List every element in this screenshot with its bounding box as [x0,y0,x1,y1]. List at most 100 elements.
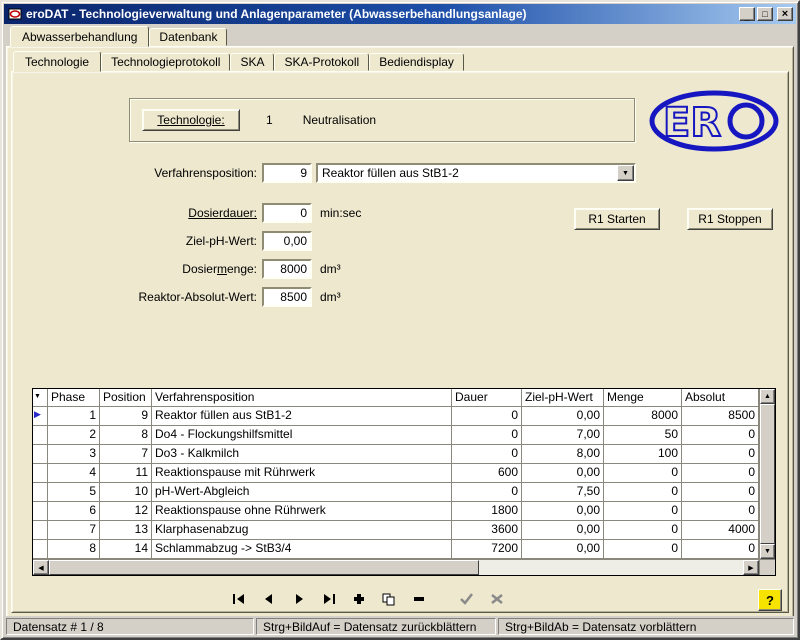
cell-verfahrensposition[interactable]: Schlammabzug -> StB3/4 [152,540,452,559]
column-header-menge[interactable]: Menge [604,389,682,407]
row-selector[interactable] [33,540,48,559]
cancel-edit-button[interactable] [484,590,510,608]
cell-absolut[interactable]: 8500 [682,407,759,426]
prior-record-button[interactable] [256,590,282,608]
cell-phase[interactable]: 7 [48,521,100,540]
tab-datenbank[interactable]: Datenbank [149,28,227,46]
combo-dropdown-button[interactable]: ▼ [617,165,634,181]
table-row[interactable]: 3 7 Do3 - Kalkmilch 0 8,00 100 0 [33,445,759,464]
verfahrensposition-input[interactable]: 9 [262,163,312,183]
cell-absolut[interactable]: 0 [682,445,759,464]
cell-ziel-ph[interactable]: 0,00 [522,521,604,540]
copy-record-button[interactable] [376,590,402,608]
titlebar[interactable]: eroDAT - Technologieverwaltung und Anlag… [4,4,796,24]
column-header-verfahrensposition[interactable]: Verfahrensposition [152,389,452,407]
row-selector[interactable] [33,483,48,502]
tab-ska-protokoll[interactable]: SKA-Protokoll [274,53,369,71]
cell-dauer[interactable]: 600 [452,464,522,483]
cell-verfahrensposition[interactable]: Klarphasenabzug [152,521,452,540]
cell-position[interactable]: 11 [100,464,152,483]
cell-dauer[interactable]: 0 [452,407,522,426]
cell-ziel-ph[interactable]: 0,00 [522,464,604,483]
table-row[interactable]: 2 8 Do4 - Flockungshilfsmittel 0 7,00 50… [33,426,759,445]
cell-absolut[interactable]: 0 [682,540,759,559]
grid-vertical-scrollbar[interactable]: ▲ ▼ [759,389,775,559]
column-header-ziel-ph[interactable]: Ziel-pH-Wert [522,389,604,407]
help-button[interactable]: ? [758,589,782,611]
table-row[interactable]: 6 12 Reaktionspause ohne Rührwerk 1800 0… [33,502,759,521]
table-row[interactable]: 4 11 Reaktionspause mit Rührwerk 600 0,0… [33,464,759,483]
r1-stoppen-button[interactable]: R1 Stoppen [687,208,773,230]
table-row[interactable]: 8 14 Schlammabzug -> StB3/4 7200 0,00 0 … [33,540,759,559]
cell-position[interactable]: 12 [100,502,152,521]
dosiermenge-input[interactable]: 8000 [262,259,312,279]
row-selector[interactable] [33,464,48,483]
cell-position[interactable]: 14 [100,540,152,559]
cell-menge[interactable]: 0 [604,540,682,559]
delete-record-button[interactable] [406,590,432,608]
table-row[interactable]: 5 10 pH-Wert-Abgleich 0 7,50 0 0 [33,483,759,502]
cell-verfahrensposition[interactable]: Reaktionspause mit Rührwerk [152,464,452,483]
cell-verfahrensposition[interactable]: Reaktionspause ohne Rührwerk [152,502,452,521]
cell-menge[interactable]: 8000 [604,407,682,426]
tab-technologieprotokoll[interactable]: Technologieprotokoll [101,53,230,71]
cell-ziel-ph[interactable]: 7,50 [522,483,604,502]
next-record-button[interactable] [286,590,312,608]
cell-menge[interactable]: 0 [604,483,682,502]
reaktor-absolut-input[interactable]: 8500 [262,287,312,307]
row-selector[interactable] [33,426,48,445]
cell-verfahrensposition[interactable]: Do4 - Flockungshilfsmittel [152,426,452,445]
cell-phase[interactable]: 4 [48,464,100,483]
r1-starten-button[interactable]: R1 Starten [574,208,660,230]
cell-absolut[interactable]: 0 [682,464,759,483]
cell-menge[interactable]: 0 [604,521,682,540]
row-selector[interactable]: ▶ [33,407,48,426]
app-icon[interactable] [8,7,22,21]
last-record-button[interactable] [316,590,342,608]
cell-phase[interactable]: 8 [48,540,100,559]
combo-selected-value[interactable]: Reaktor füllen aus StB1-2 [318,165,617,181]
table-row[interactable]: 7 13 Klarphasenabzug 3600 0,00 0 4000 [33,521,759,540]
cell-ziel-ph[interactable]: 7,00 [522,426,604,445]
post-edit-button[interactable] [454,590,480,608]
cell-phase[interactable]: 1 [48,407,100,426]
cell-ziel-ph[interactable]: 0,00 [522,540,604,559]
first-record-button[interactable] [226,590,252,608]
cell-verfahrensposition[interactable]: Do3 - Kalkmilch [152,445,452,464]
tab-technologie[interactable]: Technologie [13,51,101,72]
technologie-button[interactable]: Technologie: [142,109,240,131]
cell-menge[interactable]: 0 [604,464,682,483]
cell-absolut[interactable]: 0 [682,426,759,445]
grid-filter-header[interactable]: ▼ [33,389,48,407]
verfahrensposition-combo[interactable]: Reaktor füllen aus StB1-2 ▼ [316,163,636,183]
cell-absolut[interactable]: 0 [682,483,759,502]
cell-absolut[interactable]: 4000 [682,521,759,540]
cell-menge[interactable]: 0 [604,502,682,521]
close-button[interactable]: × [777,7,793,21]
cell-ziel-ph[interactable]: 0,00 [522,407,604,426]
cell-dauer[interactable]: 7200 [452,540,522,559]
column-header-phase[interactable]: Phase [48,389,100,407]
cell-dauer[interactable]: 0 [452,445,522,464]
cell-position[interactable]: 10 [100,483,152,502]
cell-ziel-ph[interactable]: 8,00 [522,445,604,464]
table-row[interactable]: ▶ 1 9 Reaktor füllen aus StB1-2 0 0,00 8… [33,407,759,426]
row-selector[interactable] [33,502,48,521]
tab-abwasserbehandlung[interactable]: Abwasserbehandlung [10,26,149,47]
cell-position[interactable]: 8 [100,426,152,445]
scroll-left-button[interactable]: ◀ [33,560,49,575]
ziel-ph-input[interactable]: 0,00 [262,231,312,251]
cell-phase[interactable]: 3 [48,445,100,464]
maximize-button[interactable]: □ [757,7,773,21]
tab-bediendisplay[interactable]: Bediendisplay [369,53,464,71]
cell-dauer[interactable]: 0 [452,483,522,502]
row-selector[interactable] [33,445,48,464]
insert-record-button[interactable] [346,590,372,608]
column-header-dauer[interactable]: Dauer [452,389,522,407]
cell-position[interactable]: 13 [100,521,152,540]
cell-menge[interactable]: 100 [604,445,682,464]
grid-horizontal-scrollbar[interactable]: ◀ ▶ [33,560,759,575]
cell-verfahrensposition[interactable]: Reaktor füllen aus StB1-2 [152,407,452,426]
cell-phase[interactable]: 2 [48,426,100,445]
minimize-button[interactable]: _ [739,7,755,21]
